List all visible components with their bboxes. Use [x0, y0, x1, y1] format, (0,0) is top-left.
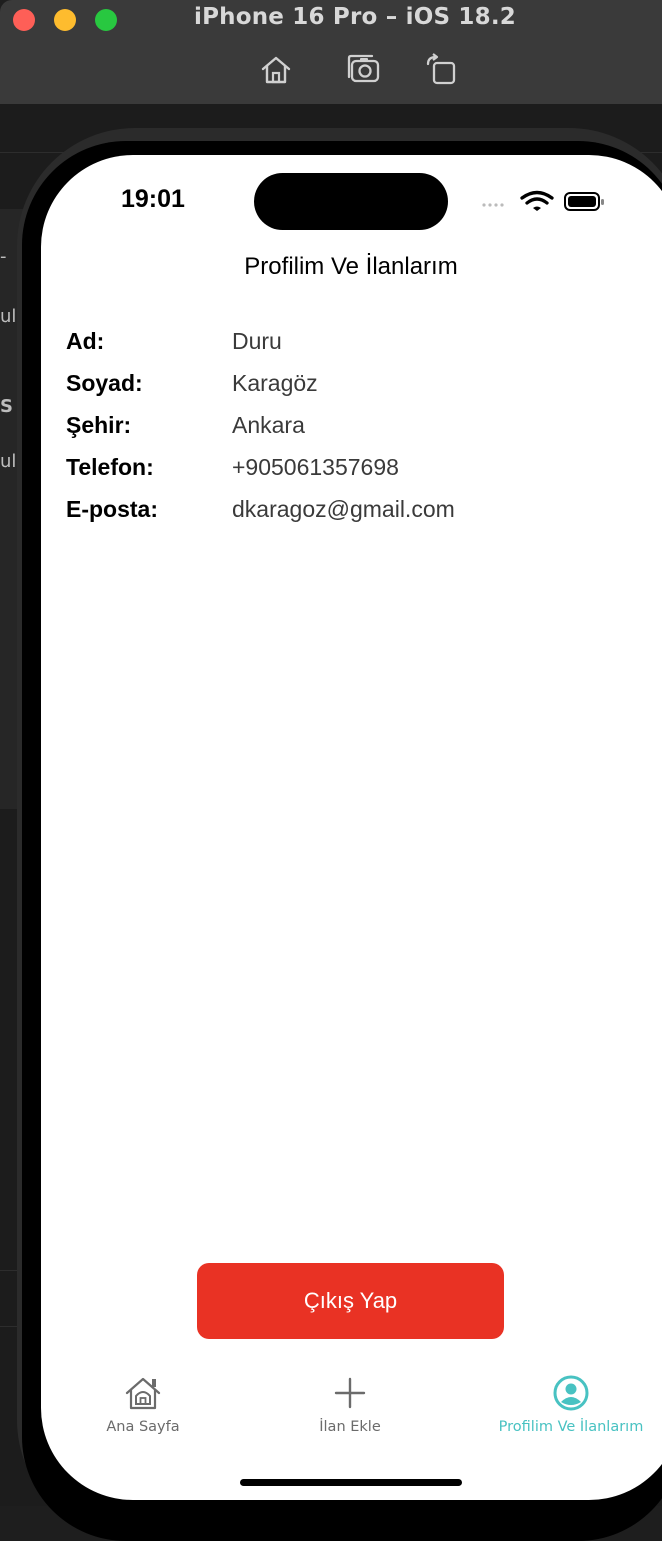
cellular-dots-icon — [482, 203, 504, 207]
home-indicator[interactable] — [240, 1479, 462, 1486]
tab-home[interactable]: Ana Sayfa — [53, 1363, 233, 1453]
device-screen: 19:01 Profilim Ve İlanlarım Ad: Duru Soy… — [41, 155, 662, 1500]
wifi-icon — [520, 190, 554, 211]
tab-profile[interactable]: Profilim Ve İlanlarım — [466, 1363, 662, 1453]
status-icons — [482, 190, 604, 211]
zoom-window-button[interactable] — [95, 9, 117, 31]
rotate-icon[interactable] — [424, 52, 460, 88]
profile-row-name: Ad: Duru — [66, 328, 646, 370]
tab-label: Ana Sayfa — [106, 1419, 180, 1435]
profile-row-phone: Telefon: +905061357698 — [66, 454, 646, 496]
status-time: 19:01 — [121, 185, 185, 213]
field-value: dkaragoz@gmail.com — [232, 496, 455, 522]
peek-text: S — [0, 396, 13, 417]
battery-icon — [564, 192, 604, 211]
screenshot-icon[interactable] — [346, 52, 382, 88]
plus-icon — [334, 1377, 366, 1409]
tab-add-listing[interactable]: İlan Ekle — [260, 1363, 440, 1453]
peek-text: - — [0, 246, 7, 267]
field-label: Soyad: — [66, 370, 143, 396]
field-label: Telefon: — [66, 454, 154, 480]
field-value: Duru — [232, 328, 282, 354]
peek-text: ul — [0, 451, 17, 472]
field-value: Ankara — [232, 412, 305, 438]
profile-row-email: E-posta: dkaragoz@gmail.com — [66, 496, 646, 538]
field-label: E-posta: — [66, 496, 158, 522]
tab-label: Profilim Ve İlanlarım — [498, 1419, 644, 1435]
tab-label: İlan Ekle — [319, 1419, 381, 1435]
tab-bar: Ana Sayfa İlan Ekle Profilim Ve İlanları… — [41, 1363, 662, 1463]
simulator-title-bar: iPhone 16 Pro – iOS 18.2 — [0, 0, 662, 105]
peek-text: ul — [0, 306, 17, 327]
profile-row-surname: Soyad: Karagöz — [66, 370, 646, 412]
window-title: iPhone 16 Pro – iOS 18.2 — [194, 4, 516, 30]
home-icon — [125, 1377, 161, 1410]
field-value: Karagöz — [232, 370, 318, 396]
field-label: Şehir: — [66, 412, 132, 438]
field-label: Ad: — [66, 328, 105, 354]
field-value: +905061357698 — [232, 454, 399, 480]
logout-button[interactable]: Çıkış Yap — [197, 1263, 504, 1339]
dynamic-island — [254, 173, 448, 230]
close-window-button[interactable] — [13, 9, 35, 31]
home-icon[interactable] — [258, 52, 294, 88]
minimize-window-button[interactable] — [54, 9, 76, 31]
profile-row-city: Şehir: Ankara — [66, 412, 646, 454]
person-circle-icon — [553, 1375, 589, 1411]
profile-info: Ad: Duru Soyad: Karagöz Şehir: Ankara Te… — [66, 328, 646, 538]
page-title: Profilim Ve İlanlarım — [244, 253, 458, 280]
